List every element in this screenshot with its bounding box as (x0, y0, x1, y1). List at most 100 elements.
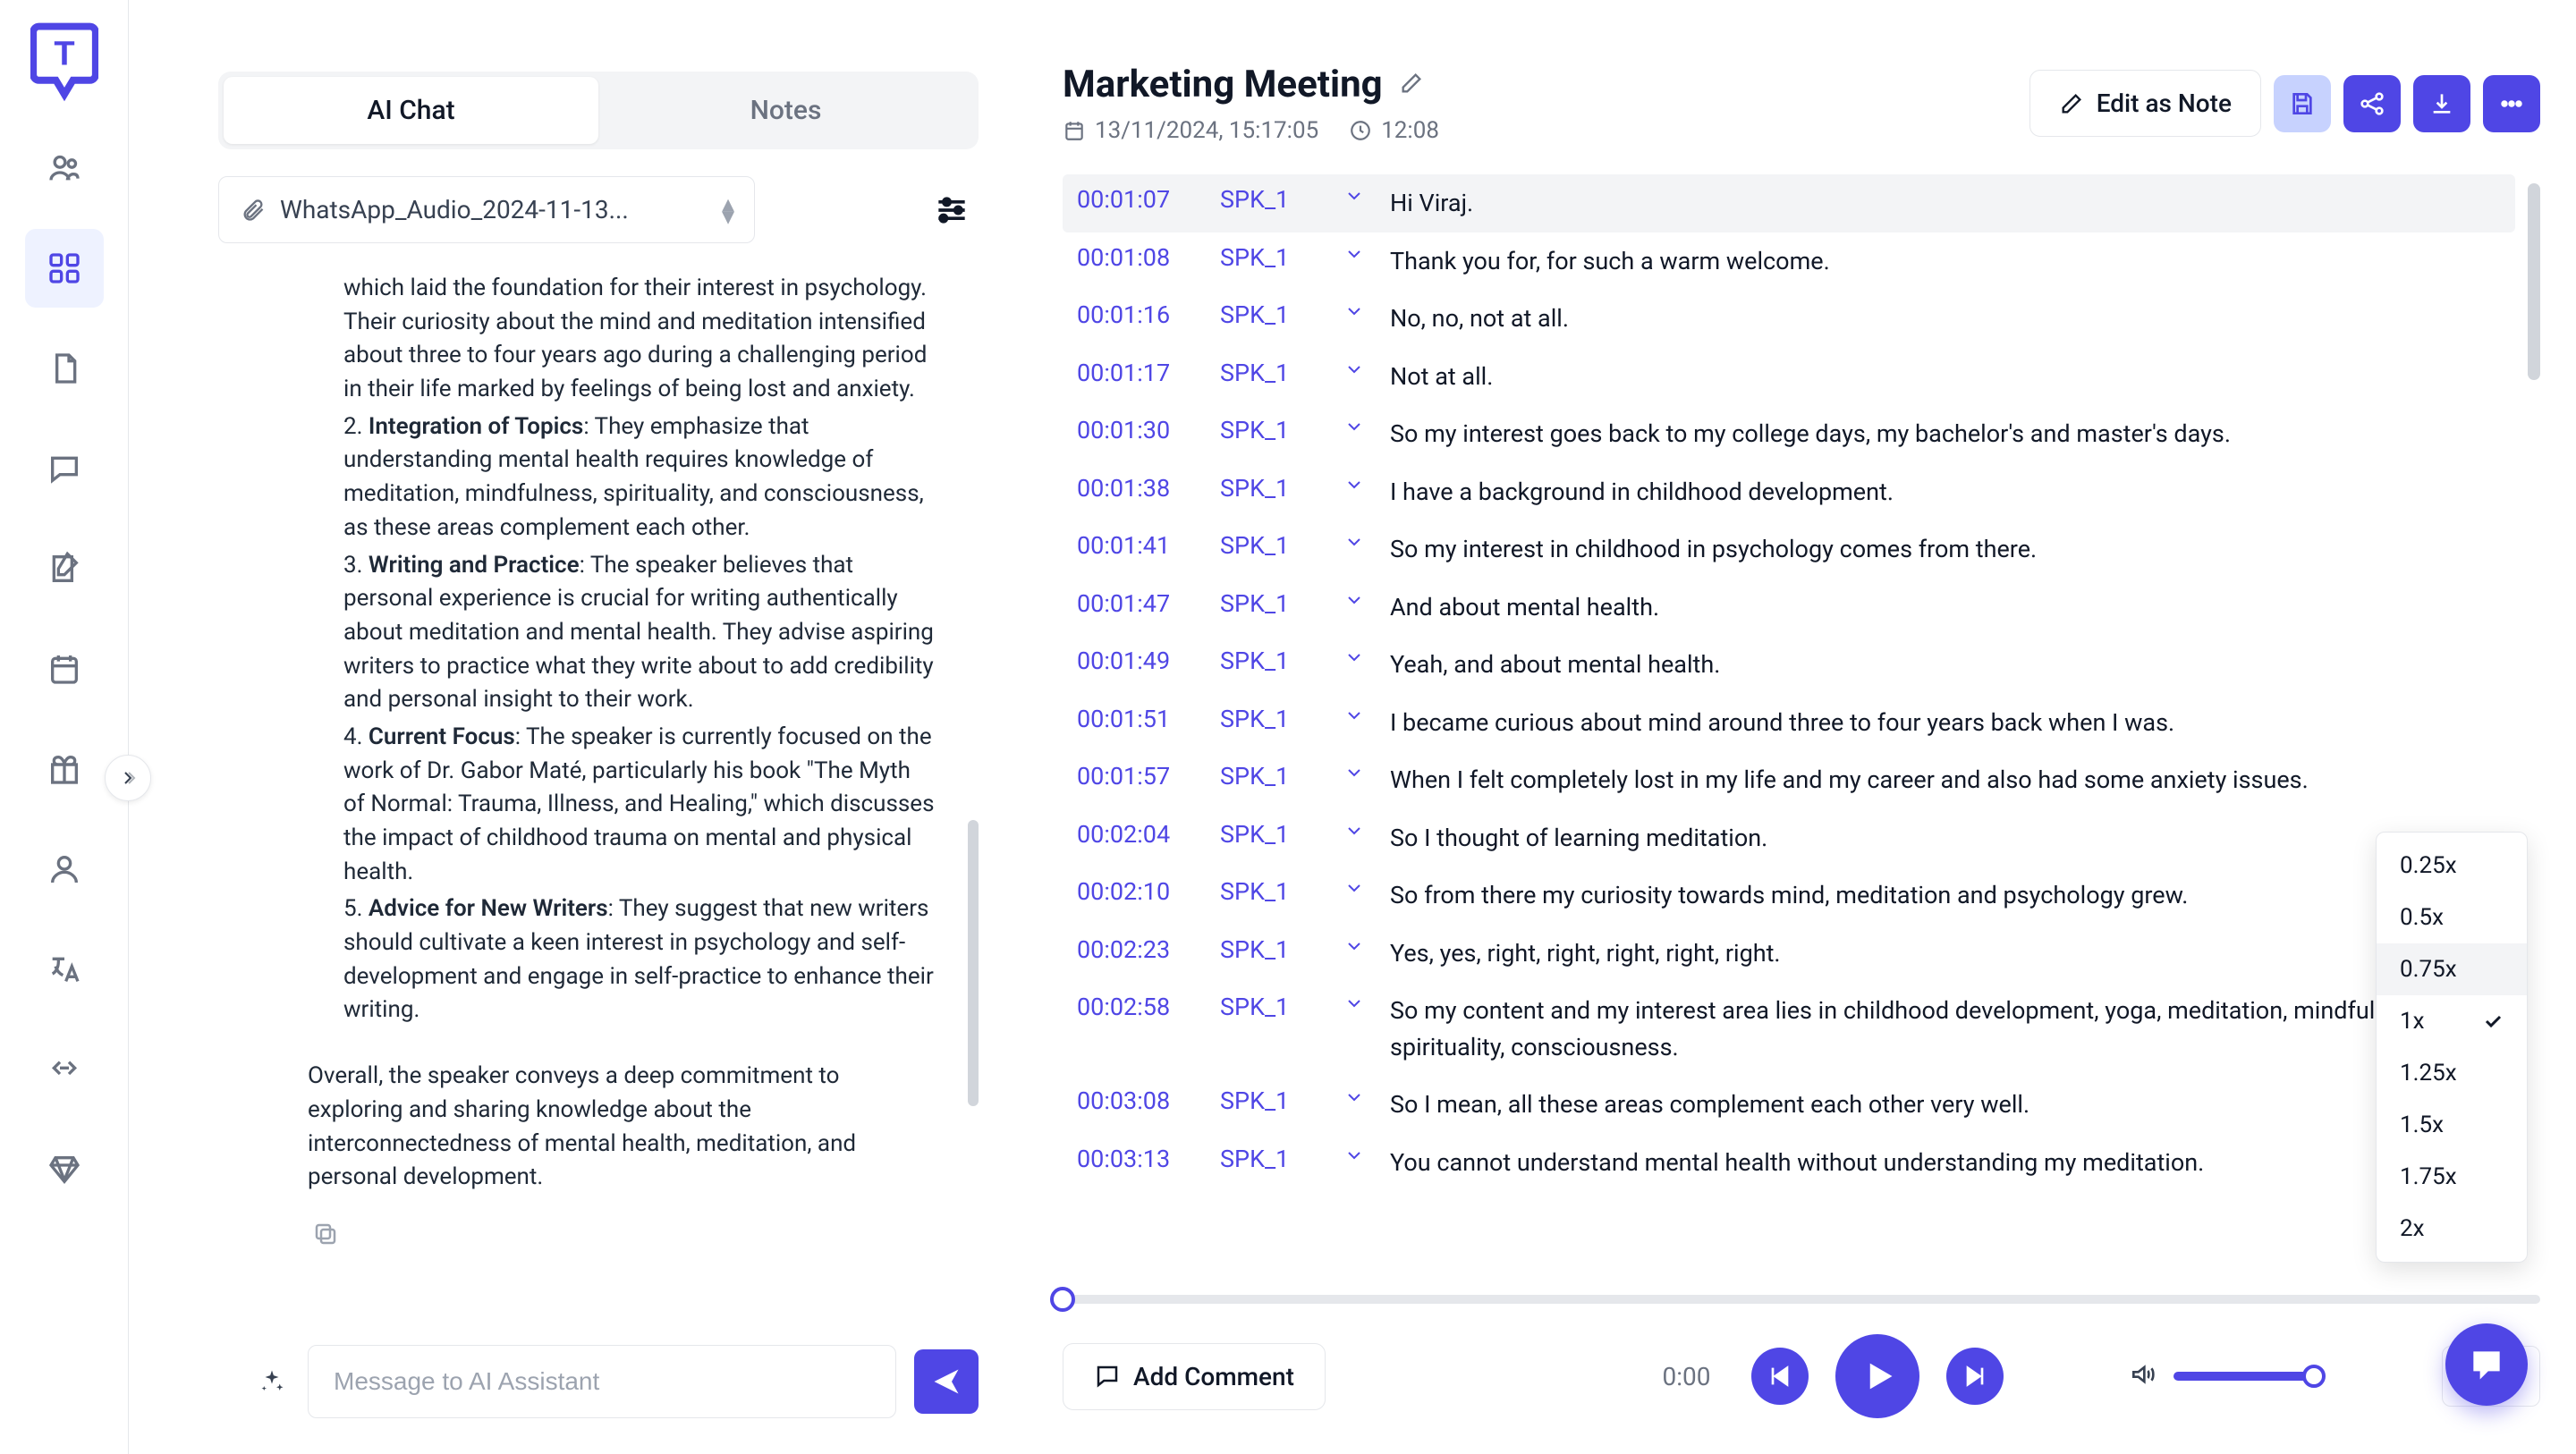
transcript-speaker[interactable]: SPK_1 (1220, 647, 1318, 675)
sidebar-connect-icon[interactable] (25, 1030, 104, 1109)
copy-button[interactable] (308, 1216, 343, 1252)
sidebar-dashboard-icon[interactable] (25, 229, 104, 308)
filter-sliders-button[interactable] (925, 183, 979, 237)
transcript-speaker[interactable]: SPK_1 (1220, 474, 1318, 503)
tab-notes[interactable]: Notes (598, 77, 973, 144)
chevron-down-icon[interactable] (1336, 416, 1372, 437)
transcript-time[interactable]: 00:01:08 (1077, 243, 1202, 272)
chat-item-5-title: Advice for New Writers (369, 895, 608, 922)
transcript-time[interactable]: 00:03:08 (1077, 1086, 1202, 1115)
transcript-speaker[interactable]: SPK_1 (1220, 300, 1318, 329)
add-comment-button[interactable]: Add Comment (1063, 1343, 1326, 1410)
transcript-speaker[interactable]: SPK_1 (1220, 359, 1318, 387)
skip-forward-button[interactable] (1946, 1348, 2004, 1405)
transcript-time[interactable]: 00:02:04 (1077, 820, 1202, 849)
share-button[interactable] (2343, 75, 2401, 132)
transcript-time[interactable]: 00:01:47 (1077, 589, 1202, 618)
transcript-time[interactable]: 00:02:10 (1077, 877, 1202, 906)
chevron-down-icon[interactable] (1336, 300, 1372, 322)
transcript-speaker[interactable]: SPK_1 (1220, 185, 1318, 214)
chevron-down-icon[interactable] (1336, 705, 1372, 726)
volume-handle[interactable] (2302, 1365, 2326, 1388)
speed-option[interactable]: 1x (2377, 995, 2527, 1047)
transcript-time[interactable]: 00:03:13 (1077, 1145, 1202, 1173)
transcript-speaker[interactable]: SPK_1 (1220, 1086, 1318, 1115)
sidebar-note-edit-icon[interactable] (25, 529, 104, 608)
chevron-down-icon[interactable] (1336, 935, 1372, 957)
transcript-time[interactable]: 00:01:57 (1077, 762, 1202, 790)
speed-option[interactable]: 2x (2377, 1203, 2527, 1255)
edit-title-icon[interactable] (1399, 71, 1424, 99)
transcript-time[interactable]: 00:01:51 (1077, 705, 1202, 733)
sidebar-user-icon[interactable] (25, 830, 104, 909)
play-button[interactable] (1835, 1334, 1919, 1418)
chevron-down-icon[interactable] (1336, 993, 1372, 1014)
skip-back-button[interactable] (1751, 1348, 1809, 1405)
edit-as-note-button[interactable]: Edit as Note (2029, 70, 2261, 137)
chevron-down-icon[interactable] (1336, 1086, 1372, 1108)
transcript-time[interactable]: 00:01:17 (1077, 359, 1202, 387)
sidebar-language-icon[interactable] (25, 930, 104, 1009)
transcript-speaker[interactable]: SPK_1 (1220, 935, 1318, 964)
transcript-speaker[interactable]: SPK_1 (1220, 416, 1318, 444)
chevron-down-icon[interactable] (1336, 243, 1372, 265)
chevron-down-icon[interactable] (1336, 474, 1372, 495)
progress-handle[interactable] (1050, 1287, 1075, 1312)
chat-scrollbar[interactable] (968, 393, 979, 1247)
chevron-down-icon[interactable] (1336, 589, 1372, 611)
transcript-speaker[interactable]: SPK_1 (1220, 762, 1318, 790)
sidebar-document-icon[interactable] (25, 329, 104, 408)
chevron-down-icon[interactable] (1336, 762, 1372, 783)
transcript-speaker[interactable]: SPK_1 (1220, 877, 1318, 906)
chat-fab[interactable] (2445, 1323, 2528, 1406)
transcript-time[interactable]: 00:01:38 (1077, 474, 1202, 503)
save-button[interactable] (2274, 75, 2331, 132)
meta-duration: 12:08 (1349, 117, 1439, 144)
chevron-down-icon[interactable] (1336, 647, 1372, 668)
speed-option[interactable]: 0.75x (2377, 943, 2527, 995)
transcript-time[interactable]: 00:02:58 (1077, 993, 1202, 1021)
more-button[interactable] (2483, 75, 2540, 132)
chevron-down-icon[interactable] (1336, 877, 1372, 899)
transcript-time[interactable]: 00:01:30 (1077, 416, 1202, 444)
transcript-speaker[interactable]: SPK_1 (1220, 589, 1318, 618)
transcript-time[interactable]: 00:01:07 (1077, 185, 1202, 214)
speed-option[interactable]: 0.25x (2377, 840, 2527, 892)
speed-option[interactable]: 1.75x (2377, 1151, 2527, 1203)
speed-option[interactable]: 0.5x (2377, 892, 2527, 943)
left-panel: AI Chat Notes WhatsApp_Audio_2024-11-13.… (129, 0, 1023, 1454)
tab-ai-chat[interactable]: AI Chat (224, 77, 598, 144)
sidebar-gift-icon[interactable] (25, 730, 104, 808)
transcript-speaker[interactable]: SPK_1 (1220, 820, 1318, 849)
send-button[interactable] (914, 1349, 979, 1414)
transcript-time[interactable]: 00:02:23 (1077, 935, 1202, 964)
message-input[interactable] (308, 1345, 896, 1418)
chevron-down-icon[interactable] (1336, 531, 1372, 553)
volume-icon[interactable] (2129, 1360, 2157, 1392)
sidebar-people-icon[interactable] (25, 129, 104, 207)
download-button[interactable] (2413, 75, 2470, 132)
chevron-down-icon[interactable] (1336, 185, 1372, 207)
transcript-speaker[interactable]: SPK_1 (1220, 1145, 1318, 1173)
speed-option[interactable]: 1.25x (2377, 1047, 2527, 1099)
transcript-time[interactable]: 00:01:41 (1077, 531, 1202, 560)
transcript-speaker[interactable]: SPK_1 (1220, 531, 1318, 560)
playback-progress[interactable] (1063, 1295, 2540, 1304)
file-chip[interactable]: WhatsApp_Audio_2024-11-13... ▴▾ (218, 176, 755, 243)
transcript-speaker[interactable]: SPK_1 (1220, 993, 1318, 1021)
speed-option[interactable]: 1.5x (2377, 1099, 2527, 1151)
transcript-speaker[interactable]: SPK_1 (1220, 243, 1318, 272)
sidebar-diamond-icon[interactable] (25, 1130, 104, 1209)
chevron-down-icon[interactable] (1336, 820, 1372, 841)
transcript-time[interactable]: 00:01:16 (1077, 300, 1202, 329)
transcript-speaker[interactable]: SPK_1 (1220, 705, 1318, 733)
sidebar-chat-icon[interactable] (25, 429, 104, 508)
transcript-list: 00:01:07SPK_1Hi Viraj.00:01:08SPK_1Thank… (1063, 174, 2540, 1277)
chevron-down-icon[interactable] (1336, 1145, 1372, 1166)
volume-slider[interactable] (2174, 1372, 2317, 1381)
sidebar-calendar-icon[interactable] (25, 630, 104, 708)
transcript-scrollbar[interactable] (2528, 183, 2540, 1167)
transcript-time[interactable]: 00:01:49 (1077, 647, 1202, 675)
right-panel: Marketing Meeting 13/11/2024, 15:17:05 1… (1023, 0, 2576, 1454)
chevron-down-icon[interactable] (1336, 359, 1372, 380)
